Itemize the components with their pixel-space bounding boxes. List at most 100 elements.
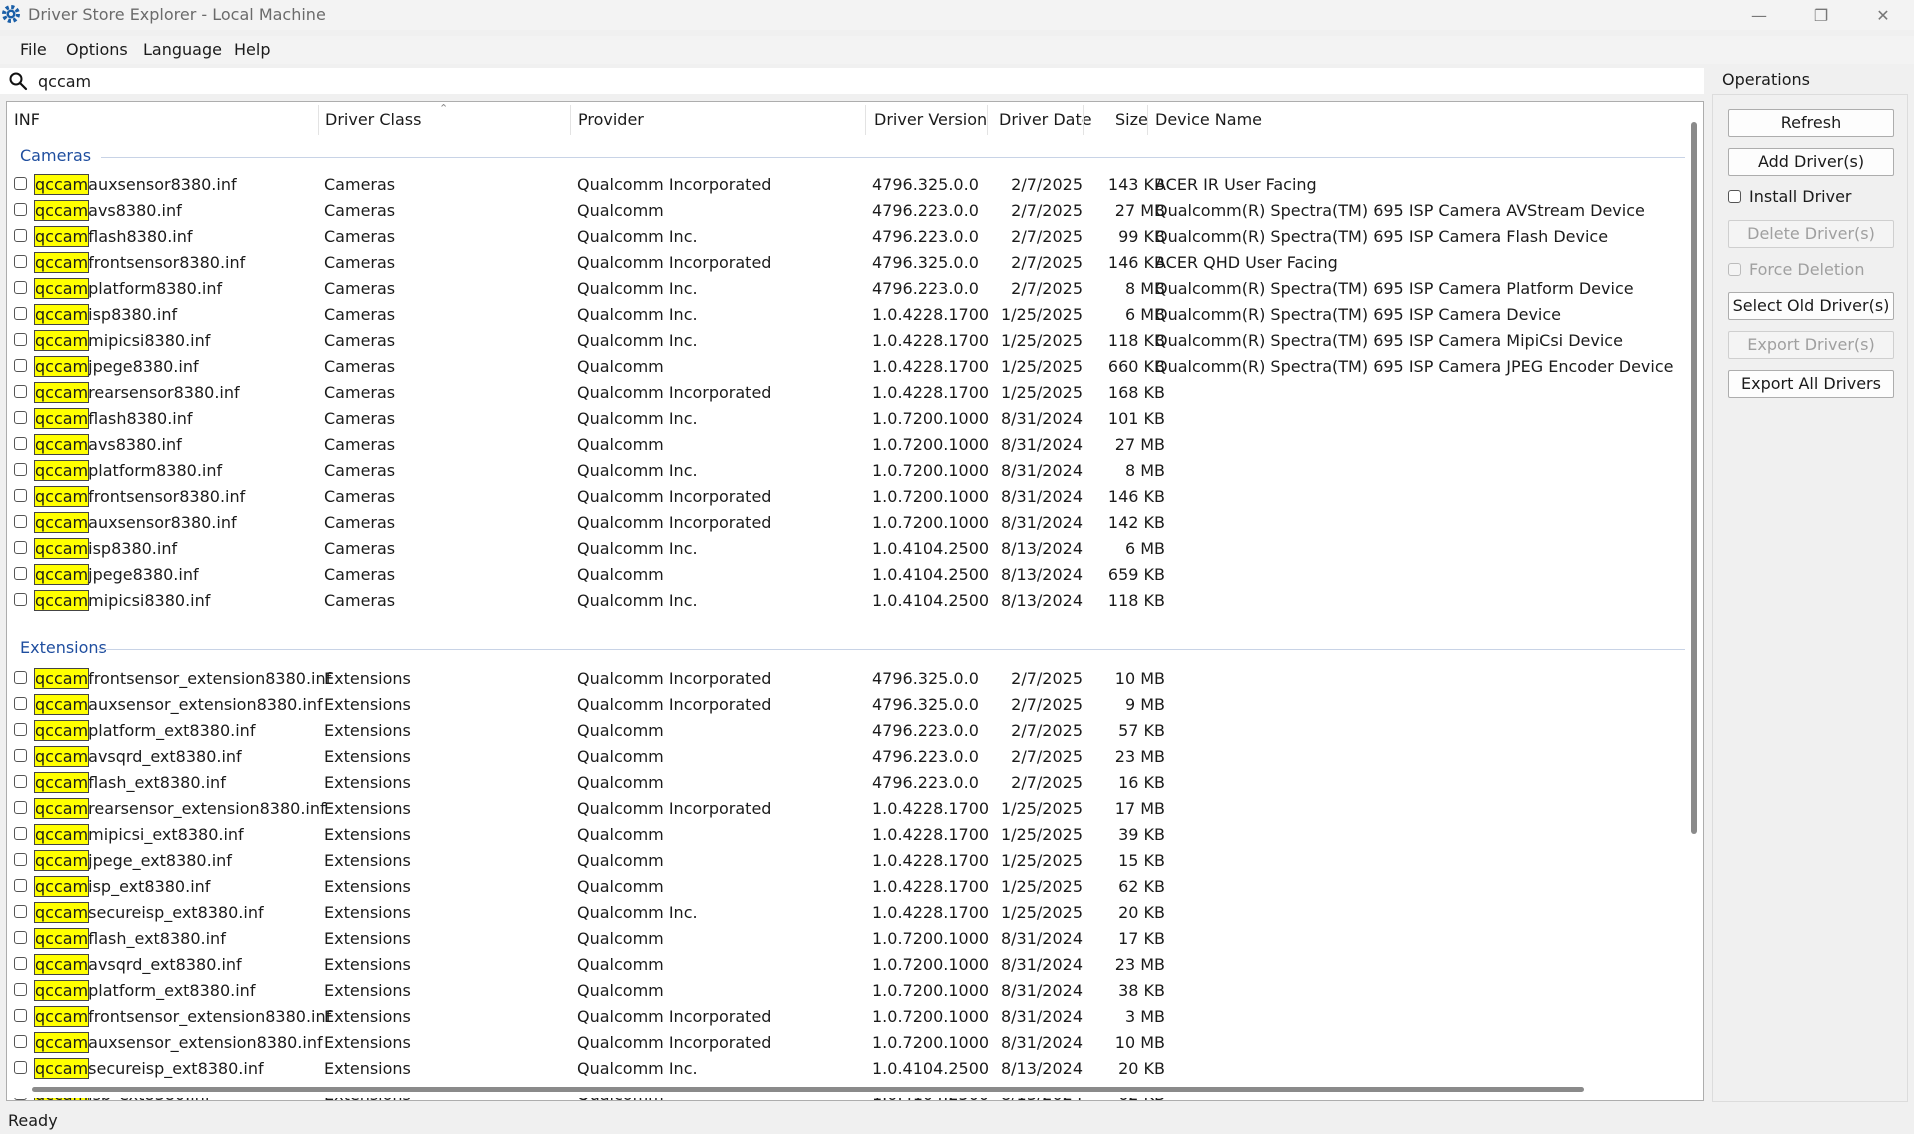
table-row[interactable]: qccamauxsensor_extension8380.inf Extensio… bbox=[7, 1030, 1685, 1056]
row-checkbox[interactable] bbox=[14, 827, 27, 840]
table-row[interactable]: qccamfrontsensor8380.inf Cameras Qualcomm … bbox=[7, 250, 1685, 276]
table-row[interactable]: qccamfrontsensor_extension8380.inf Extens… bbox=[7, 666, 1685, 692]
table-row[interactable]: qccamauxsensor_extension8380.inf Extensio… bbox=[7, 692, 1685, 718]
row-checkbox[interactable] bbox=[14, 281, 27, 294]
select-old-drivers-button[interactable]: Select Old Driver(s) bbox=[1728, 292, 1894, 320]
table-row[interactable]: qccamfrontsensor_extension8380.inf Extens… bbox=[7, 1004, 1685, 1030]
delete-drivers-button[interactable]: Delete Driver(s) bbox=[1728, 220, 1894, 248]
inf-name-rest: auxsensor_extension8380.inf bbox=[88, 1033, 323, 1052]
restore-button[interactable]: ❐ bbox=[1790, 0, 1852, 30]
search-input[interactable] bbox=[38, 70, 1688, 92]
table-row[interactable]: qccamjpege8380.inf Cameras Qualcomm 1.0.422… bbox=[7, 354, 1685, 380]
row-checkbox[interactable] bbox=[14, 1061, 27, 1074]
minimize-button[interactable]: — bbox=[1728, 0, 1790, 30]
row-checkbox[interactable] bbox=[14, 333, 27, 346]
row-checkbox[interactable] bbox=[14, 1035, 27, 1048]
force-deletion-checkbox[interactable]: Force Deletion bbox=[1728, 260, 1864, 279]
row-checkbox[interactable] bbox=[14, 723, 27, 736]
menu-language[interactable]: Language bbox=[143, 40, 222, 59]
install-driver-checkbox[interactable]: Install Driver bbox=[1728, 187, 1851, 206]
menu-options[interactable]: Options bbox=[66, 40, 128, 59]
row-checkbox[interactable] bbox=[14, 177, 27, 190]
row-checkbox[interactable] bbox=[14, 931, 27, 944]
row-checkbox[interactable] bbox=[14, 697, 27, 710]
table-row[interactable]: qccammipicsi8380.inf Cameras Qualcomm Inc.… bbox=[7, 588, 1685, 614]
row-checkbox[interactable] bbox=[14, 359, 27, 372]
table-row[interactable]: qccamisp8380.inf Cameras Qualcomm Inc. 1.0.… bbox=[7, 302, 1685, 328]
column-provider[interactable]: Provider bbox=[578, 110, 644, 129]
table-row[interactable]: qccamfrontsensor8380.inf Cameras Qualcomm … bbox=[7, 484, 1685, 510]
table-row[interactable]: qccamsecureisp_ext8380.inf Extensions Qual… bbox=[7, 900, 1685, 926]
table-row[interactable]: qccamjpege_ext8380.inf Extensions Qualcomm… bbox=[7, 848, 1685, 874]
column-size[interactable]: Size bbox=[1115, 110, 1148, 129]
row-checkbox[interactable] bbox=[14, 853, 27, 866]
table-row[interactable]: qccamrearsensor_extension8380.inf Extensi… bbox=[7, 796, 1685, 822]
table-row[interactable]: qccamplatform_ext8380.inf Extensions Qualc… bbox=[7, 978, 1685, 1004]
row-checkbox[interactable] bbox=[14, 411, 27, 424]
table-row[interactable]: qccamflash_ext8380.inf Extensions Qualcomm… bbox=[7, 926, 1685, 952]
table-row[interactable]: qccammipicsi8380.inf Cameras Qualcomm Inc.… bbox=[7, 328, 1685, 354]
table-row[interactable]: qccamsecureisp_ext8380.inf Extensions Qual… bbox=[7, 1056, 1685, 1082]
row-checkbox[interactable] bbox=[14, 957, 27, 970]
close-button[interactable]: ✕ bbox=[1852, 0, 1914, 30]
add-drivers-button[interactable]: Add Driver(s) bbox=[1728, 148, 1894, 176]
table-row[interactable]: qccamrearsensor8380.inf Cameras Qualcomm I… bbox=[7, 380, 1685, 406]
row-checkbox[interactable] bbox=[14, 203, 27, 216]
table-row[interactable]: qccamisp_ext8380.inf Extensions Qualcomm 1.… bbox=[7, 874, 1685, 900]
table-row[interactable]: qccamplatform8380.inf Cameras Qualcomm Inc… bbox=[7, 458, 1685, 484]
row-checkbox[interactable] bbox=[14, 801, 27, 814]
row-checkbox[interactable] bbox=[14, 1009, 27, 1022]
table-row[interactable]: qccamisp8380.inf Cameras Qualcomm Inc. 1.0.… bbox=[7, 536, 1685, 562]
driver-list[interactable]: INF Driver Class ⌃ Provider Driver Versi… bbox=[6, 101, 1704, 1101]
row-checkbox[interactable] bbox=[14, 307, 27, 320]
row-checkbox[interactable] bbox=[14, 515, 27, 528]
row-checkbox[interactable] bbox=[14, 229, 27, 242]
export-all-drivers-button[interactable]: Export All Drivers bbox=[1728, 370, 1894, 398]
menu-help[interactable]: Help bbox=[234, 40, 270, 59]
row-checkbox[interactable] bbox=[14, 541, 27, 554]
horizontal-scrollbar[interactable] bbox=[7, 1080, 1685, 1098]
row-checkbox[interactable] bbox=[14, 983, 27, 996]
row-checkbox[interactable] bbox=[14, 385, 27, 398]
row-checkbox[interactable] bbox=[14, 567, 27, 580]
table-row[interactable]: qccamflash_ext8380.inf Extensions Qualcomm… bbox=[7, 770, 1685, 796]
row-checkbox[interactable] bbox=[14, 593, 27, 606]
table-row[interactable]: qccamflash8380.inf Cameras Qualcomm Inc. 47… bbox=[7, 224, 1685, 250]
row-checkbox[interactable] bbox=[14, 437, 27, 450]
row-checkbox[interactable] bbox=[14, 879, 27, 892]
column-device-name[interactable]: Device Name bbox=[1155, 110, 1262, 129]
table-row[interactable]: qccamavsqrd_ext8380.inf Extensions Qualcom… bbox=[7, 952, 1685, 978]
column-driver-version[interactable]: Driver Version bbox=[874, 110, 987, 129]
row-checkbox[interactable] bbox=[14, 905, 27, 918]
menu-file[interactable]: File bbox=[20, 40, 47, 59]
table-row[interactable]: qccamauxsensor8380.inf Cameras Qualcomm In… bbox=[7, 510, 1685, 536]
install-driver-checkbox-box[interactable] bbox=[1728, 190, 1741, 203]
column-driver-date[interactable]: Driver Date bbox=[999, 110, 1092, 129]
row-checkbox[interactable] bbox=[14, 775, 27, 788]
refresh-button[interactable]: Refresh bbox=[1728, 109, 1894, 137]
row-checkbox[interactable] bbox=[14, 671, 27, 684]
horizontal-scroll-thumb[interactable] bbox=[32, 1087, 1584, 1092]
table-row[interactable]: qccamavs8380.inf Cameras Qualcomm 1.0.7200.… bbox=[7, 432, 1685, 458]
row-checkbox[interactable] bbox=[14, 749, 27, 762]
table-row[interactable]: qccammipicsi_ext8380.inf Extensions Qualco… bbox=[7, 822, 1685, 848]
column-driver-class[interactable]: Driver Class bbox=[325, 110, 421, 129]
driver-date-cell: 2/7/2025 bbox=[1011, 201, 1083, 220]
vertical-scrollbar[interactable] bbox=[1685, 102, 1703, 1100]
row-checkbox[interactable] bbox=[14, 489, 27, 502]
table-row[interactable]: qccamplatform8380.inf Cameras Qualcomm Inc… bbox=[7, 276, 1685, 302]
table-row[interactable]: qccamflash8380.inf Cameras Qualcomm Inc. 1.… bbox=[7, 406, 1685, 432]
table-row[interactable]: qccamauxsensor8380.inf Cameras Qualcomm In… bbox=[7, 172, 1685, 198]
row-checkbox[interactable] bbox=[14, 463, 27, 476]
group-header[interactable]: Extensions bbox=[7, 632, 1685, 666]
group-header[interactable]: Cameras bbox=[7, 142, 1685, 172]
table-row[interactable]: qccamavsqrd_ext8380.inf Extensions Qualcom… bbox=[7, 744, 1685, 770]
vertical-scroll-thumb[interactable] bbox=[1691, 122, 1697, 834]
export-drivers-button[interactable]: Export Driver(s) bbox=[1728, 331, 1894, 359]
table-row[interactable]: qccamjpege8380.inf Cameras Qualcomm 1.0.410… bbox=[7, 562, 1685, 588]
force-deletion-checkbox-box[interactable] bbox=[1728, 263, 1741, 276]
row-checkbox[interactable] bbox=[14, 255, 27, 268]
table-row[interactable]: qccamavs8380.inf Cameras Qualcomm 4796.223.… bbox=[7, 198, 1685, 224]
column-inf[interactable]: INF bbox=[14, 110, 40, 129]
table-row[interactable]: qccamplatform_ext8380.inf Extensions Qualc… bbox=[7, 718, 1685, 744]
